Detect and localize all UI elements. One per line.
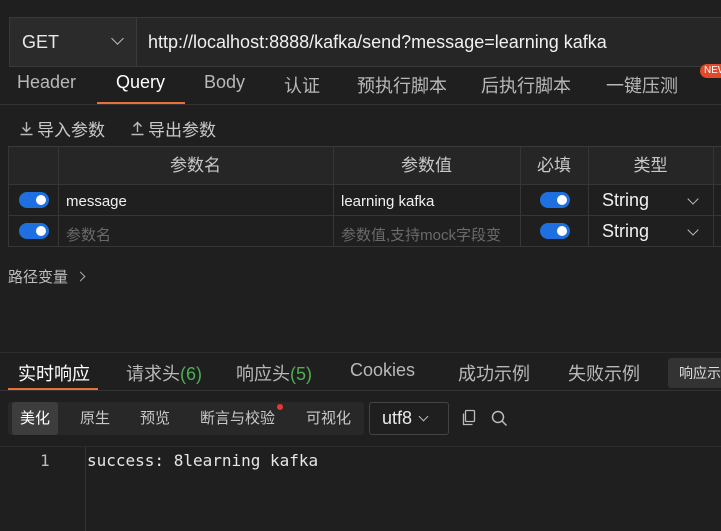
- tab-label: 成功示例: [458, 364, 530, 384]
- required-toggle[interactable]: [540, 223, 570, 239]
- notification-dot: [277, 404, 283, 410]
- export-label: 导出参数: [148, 121, 216, 140]
- export-params-button[interactable]: 导出参数: [130, 116, 216, 141]
- row-enable-toggle[interactable]: [19, 223, 49, 239]
- row-divider: [8, 246, 721, 247]
- tab-body[interactable]: Body: [204, 72, 245, 102]
- header-param-name: 参数名: [170, 156, 221, 175]
- import-icon: [20, 122, 33, 136]
- col-divider: [8, 147, 9, 247]
- view-assertions[interactable]: 断言与校验: [200, 402, 275, 435]
- count-badge: (5): [290, 364, 312, 384]
- type-select-value[interactable]: String: [602, 190, 649, 211]
- header-param-value: 参数值: [401, 156, 452, 175]
- row-enable-toggle[interactable]: [19, 192, 49, 208]
- import-label: 导入参数: [37, 121, 105, 140]
- path-variables-toggle[interactable]: 路径变量: [8, 266, 86, 287]
- path-variables-label: 路径变量: [8, 269, 69, 286]
- view-preview[interactable]: 预览: [140, 402, 170, 435]
- tab-label: 实时响应: [18, 364, 90, 384]
- count-badge: (6): [180, 364, 202, 384]
- tabs-divider: [0, 390, 721, 391]
- tab-auth[interactable]: 认证: [284, 72, 320, 102]
- header-type: 类型: [633, 156, 668, 175]
- method-label: GET: [22, 31, 60, 52]
- tab-label: 失败示例: [568, 364, 640, 384]
- view-pretty[interactable]: 美化: [12, 402, 59, 435]
- section-divider: [0, 352, 721, 353]
- tab-request-headers[interactable]: 请求头(6): [126, 360, 202, 388]
- chevron-right-icon: [75, 271, 86, 282]
- tab-label: 响应头: [236, 364, 290, 384]
- tab-cookies[interactable]: Cookies: [350, 360, 415, 388]
- export-icon: [131, 121, 144, 136]
- tab-failure-example[interactable]: 失败示例: [568, 360, 640, 388]
- import-params-button[interactable]: 导入参数: [19, 116, 105, 141]
- search-icon[interactable]: [491, 410, 508, 432]
- param-value-cell[interactable]: learning kafka: [341, 193, 434, 210]
- chevron-down-icon: [111, 32, 124, 45]
- row-divider: [8, 184, 721, 185]
- new-badge: NEW: [700, 64, 721, 78]
- url-input[interactable]: http://localhost:8888/kafka/send?message…: [136, 17, 721, 67]
- response-example-button[interactable]: 响应示例: [668, 358, 721, 388]
- col-divider: [713, 147, 714, 247]
- tab-label: 请求头: [126, 364, 180, 384]
- line-number: 1: [40, 451, 50, 470]
- view-visualize[interactable]: 可视化: [306, 402, 351, 435]
- tab-response-headers[interactable]: 响应头(5): [236, 360, 312, 388]
- tabs-divider: [0, 104, 721, 105]
- gutter-divider: [85, 447, 86, 531]
- tab-success-example[interactable]: 成功示例: [458, 360, 530, 388]
- tab-live-response[interactable]: 实时响应: [18, 360, 90, 388]
- param-value-input[interactable]: 参数值,支持mock字段变: [341, 224, 501, 245]
- method-select[interactable]: GET: [9, 17, 136, 67]
- tab-post-script[interactable]: 后执行脚本: [481, 72, 571, 102]
- row-divider: [8, 215, 721, 216]
- code-divider: [0, 446, 721, 447]
- view-raw[interactable]: 原生: [80, 402, 110, 435]
- encoding-value: utf8: [382, 408, 413, 428]
- param-name-cell[interactable]: message: [66, 193, 127, 210]
- encoding-select[interactable]: utf8: [369, 402, 449, 435]
- url-text: http://localhost:8888/kafka/send?message…: [148, 31, 607, 52]
- chevron-down-icon: [418, 411, 429, 422]
- tab-label: Cookies: [350, 360, 416, 380]
- type-select-value[interactable]: String: [602, 221, 649, 242]
- header-required: 必填: [537, 156, 571, 175]
- tab-query[interactable]: Query: [116, 72, 165, 102]
- response-body-line[interactable]: success: 8learning kafka: [87, 451, 318, 470]
- tab-pre-script[interactable]: 预执行脚本: [357, 72, 447, 102]
- required-toggle[interactable]: [540, 192, 570, 208]
- param-name-input[interactable]: 参数名: [66, 224, 111, 245]
- copy-icon[interactable]: [461, 409, 477, 432]
- tab-load-test[interactable]: 一键压测: [606, 72, 678, 102]
- tab-header[interactable]: Header: [17, 72, 76, 102]
